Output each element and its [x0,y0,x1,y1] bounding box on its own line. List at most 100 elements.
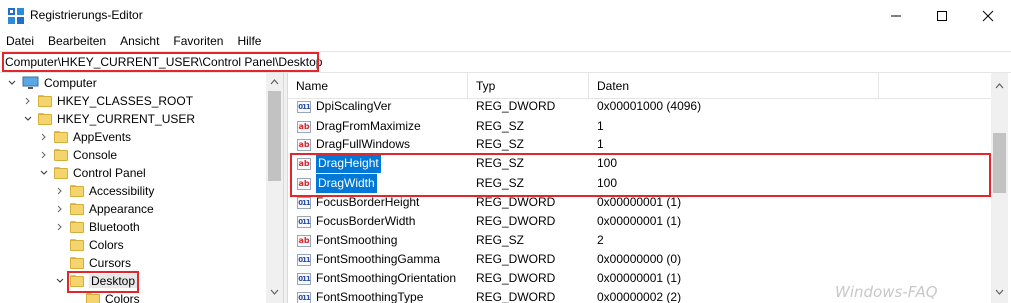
tree-item-appearance[interactable]: Appearance [54,200,154,218]
reg-dword-icon: 011 [297,272,311,285]
tree-item-label: Cursors [89,256,132,270]
value-data: 1 [597,137,604,151]
tree-item-computer[interactable]: Computer [6,74,97,92]
value-row[interactable]: ab DragFromMaximize REG_SZ 1 [288,117,991,136]
tree-item-control-panel[interactable]: Control Panel [38,164,146,182]
tree-item-label: Bluetooth [89,220,140,234]
tree-item-label: Appearance [89,202,154,216]
value-data: 0x00000001 (1) [597,195,682,209]
scroll-down-icon[interactable] [991,285,1008,299]
chevron-right-icon[interactable] [38,149,50,161]
registry-editor-icon [8,8,24,24]
tree-item-label: Desktop [89,274,138,288]
value-data: 0x00000002 (2) [597,290,682,303]
tree-scroll-thumb[interactable] [268,91,281,181]
list-header: Name Typ Daten [288,73,991,99]
maximize-button[interactable] [919,0,965,32]
chevron-right-icon[interactable] [38,131,50,143]
reg-sz-icon: ab [297,234,311,247]
window-title: Registrierungs-Editor [30,8,143,22]
tree-item-label: Colors [105,292,140,303]
tree-item-desktop[interactable]: Desktop [54,272,138,290]
chevron-right-icon[interactable] [54,185,66,197]
value-row[interactable]: ab FontSmoothing REG_SZ 2 [288,231,991,250]
value-type: REG_SZ [476,119,525,133]
value-row[interactable]: 011 FocusBorderHeight REG_DWORD 0x0000000… [288,193,991,212]
value-name: DragWidth [316,174,377,193]
tree-item-desktop-colors[interactable]: Colors [86,290,140,303]
value-type: REG_DWORD [476,252,556,266]
reg-dword-icon: 011 [297,196,311,209]
tree-scrollbar[interactable] [266,73,283,303]
value-data: 100 [597,176,618,190]
scroll-up-icon[interactable] [991,79,1008,93]
folder-icon [70,257,84,269]
tree-item-label: Accessibility [89,184,155,198]
folder-icon [70,203,84,215]
chevron-right-icon[interactable] [22,95,34,107]
value-type: REG_DWORD [476,290,556,303]
tree-item-colors[interactable]: Colors [70,236,124,254]
menu-ansicht[interactable]: Ansicht [113,32,166,50]
value-row[interactable]: 011 FontSmoothingGamma REG_DWORD 0x000000… [288,250,991,269]
list-scroll-thumb[interactable] [993,133,1006,193]
column-header-name[interactable]: Name [288,73,468,99]
value-type: REG_DWORD [476,195,556,209]
value-data: 100 [597,156,618,170]
chevron-down-icon[interactable] [22,113,34,125]
reg-dword-icon: 011 [297,215,311,228]
chevron-down-icon[interactable] [54,275,66,287]
tree-item-console[interactable]: Console [38,146,117,164]
value-row-selected[interactable]: ab DragHeight REG_SZ 100 [288,154,991,173]
tree-item-bluetooth[interactable]: Bluetooth [54,218,140,236]
scroll-down-icon[interactable] [266,285,283,299]
menu-hilfe[interactable]: Hilfe [230,32,268,50]
value-data: 1 [597,119,604,133]
value-row-selected[interactable]: ab DragWidth REG_SZ 100 [288,174,991,193]
value-row[interactable]: 011 DpiScalingVer REG_DWORD 0x00001000 (4… [288,97,991,116]
computer-icon [22,76,39,89]
minimize-button[interactable] [873,0,919,32]
address-path[interactable]: Computer\HKEY_CURRENT_USER\Control Panel… [5,55,322,69]
menu-bearbeiten[interactable]: Bearbeiten [41,32,113,50]
close-button[interactable] [965,0,1011,32]
value-type: REG_DWORD [476,271,556,285]
value-data: 2 [597,233,604,247]
scroll-up-icon[interactable] [266,75,283,89]
tree-item-label: Control Panel [73,166,146,180]
folder-icon [54,167,68,179]
value-name: DragFullWindows [316,137,411,151]
value-row[interactable]: ab DragFullWindows REG_SZ 1 [288,135,991,154]
folder-open-icon [70,275,84,287]
tree-item-label: Computer [44,76,97,90]
value-type: REG_SZ [476,137,525,151]
folder-icon [54,149,68,161]
chevron-right-icon[interactable] [54,221,66,233]
tree-item-accessibility[interactable]: Accessibility [54,182,154,200]
folder-icon [70,221,84,233]
chevron-right-icon[interactable] [54,203,66,215]
value-data: 0x00000000 (0) [597,252,682,266]
reg-dword-icon: 011 [297,100,311,113]
tree-item-cursors[interactable]: Cursors [70,254,131,272]
reg-sz-icon: ab [297,157,311,170]
tree-item-appevents[interactable]: AppEvents [38,128,131,146]
key-tree[interactable]: Computer HKEY_CLASSES_ROOT HKEY_CURRENT_… [0,73,283,303]
reg-dword-icon: 011 [297,291,311,303]
folder-icon [86,293,100,303]
value-name: FontSmoothingGamma [316,252,441,266]
list-scrollbar[interactable] [991,73,1008,303]
chevron-down-icon[interactable] [6,77,18,89]
value-row[interactable]: 011 FocusBorderWidth REG_DWORD 0x00000001… [288,212,991,231]
column-header-type[interactable]: Typ [468,73,589,99]
column-header-data[interactable]: Daten [589,73,879,99]
menu-datei[interactable]: Datei [0,32,41,50]
tree-item-hkey-current-user[interactable]: HKEY_CURRENT_USER [22,110,195,128]
menu-favoriten[interactable]: Favoriten [166,32,230,50]
address-bar[interactable]: Computer\HKEY_CURRENT_USER\Control Panel… [0,51,1011,73]
values-list[interactable]: Name Typ Daten 011 DpiScalingVer REG_DWOR… [288,73,991,303]
maximize-icon [937,11,947,21]
chevron-down-icon[interactable] [38,167,50,179]
value-name: DragHeight [316,154,381,173]
tree-item-hkey-classes-root[interactable]: HKEY_CLASSES_ROOT [22,92,193,110]
